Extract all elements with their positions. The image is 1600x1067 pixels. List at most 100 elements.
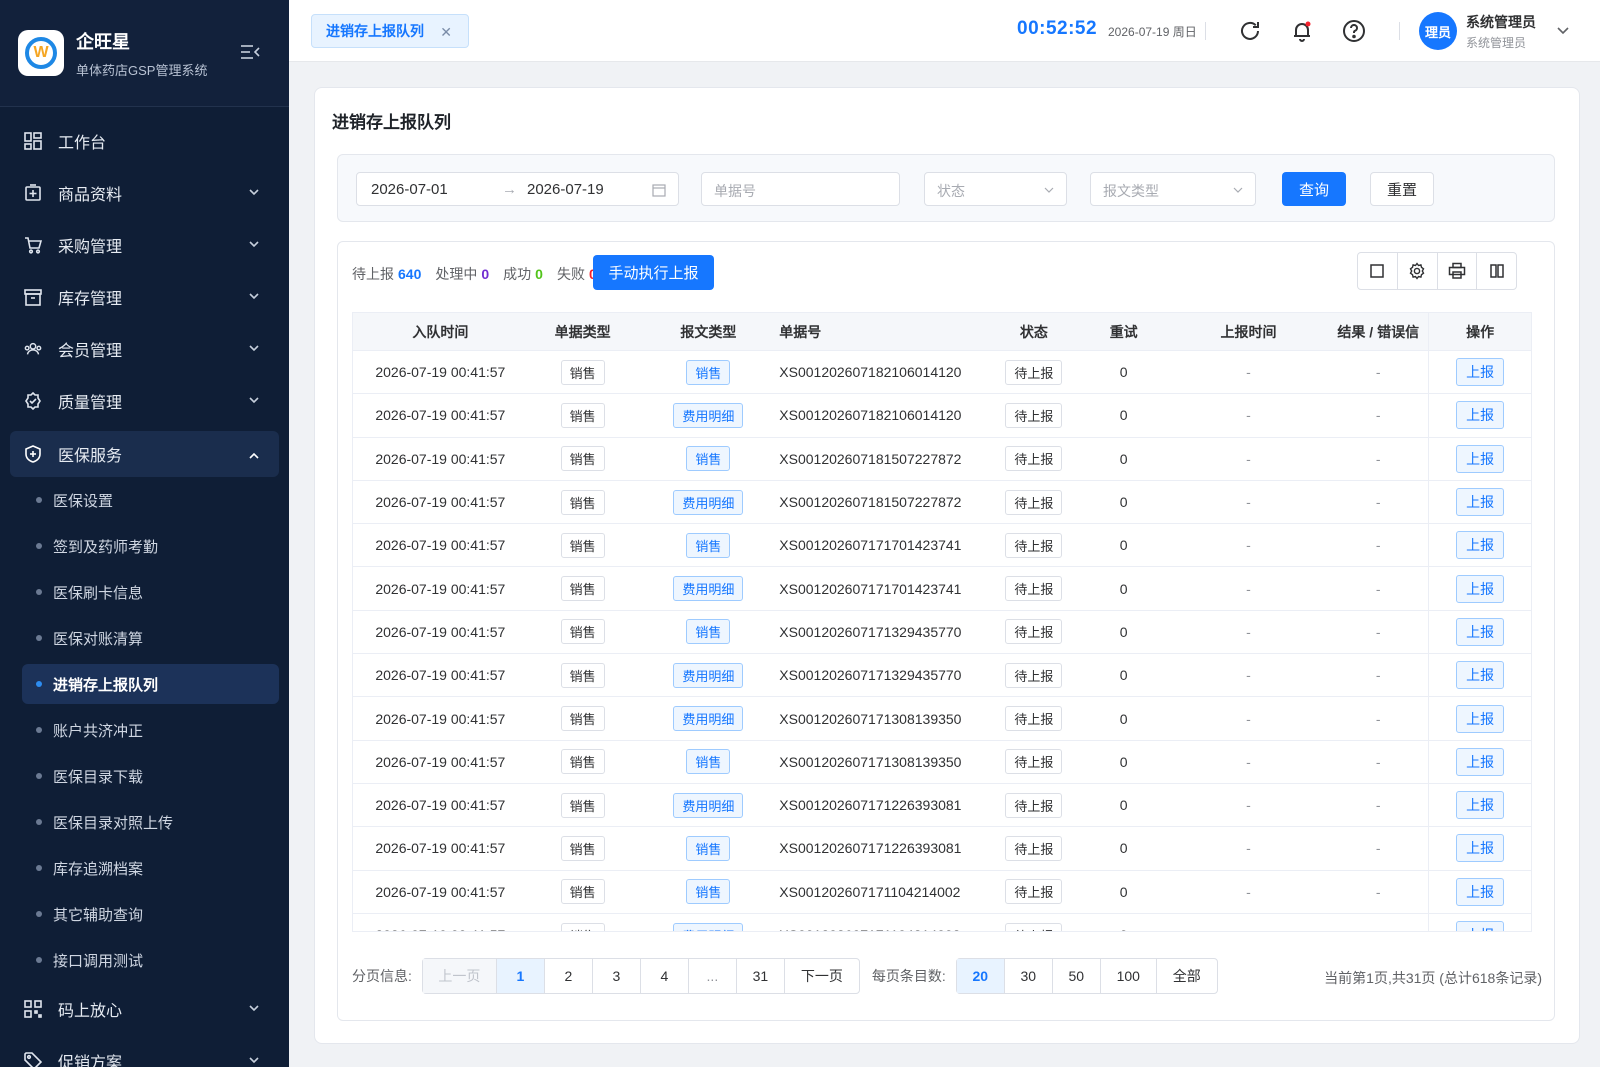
submenu-reconciliation[interactable]: 医保对账清算 <box>0 615 289 661</box>
submenu-trace-archive[interactable]: 库存追溯档案 <box>0 845 289 891</box>
report-button[interactable]: 上报 <box>1456 531 1505 560</box>
report-button[interactable]: 上报 <box>1456 791 1505 820</box>
report-button[interactable]: 上报 <box>1456 921 1505 931</box>
sidebar-item-insurance[interactable]: 医保服务 <box>10 431 279 477</box>
submenu-api-test[interactable]: 接口调用测试 <box>0 937 289 983</box>
col-status[interactable]: 状态 <box>989 313 1079 350</box>
chevron-down-icon[interactable] <box>1557 26 1569 36</box>
submenu-label: 账户共济冲正 <box>53 722 144 740</box>
col-report-time[interactable]: 上报时间 <box>1169 313 1329 350</box>
page-size-option[interactable]: 全部 <box>1157 959 1217 993</box>
report-button[interactable]: 上报 <box>1456 358 1505 387</box>
submenu-report-queue[interactable]: 进销存上报队列 <box>22 664 279 704</box>
col-result[interactable]: 结果 / 错误信 <box>1328 313 1428 350</box>
report-button[interactable]: 上报 <box>1456 834 1505 863</box>
date-range-picker[interactable]: 2026-07-01 → 2026-07-19 <box>356 172 679 206</box>
columns-icon[interactable] <box>1477 253 1516 289</box>
page-size-option[interactable]: 20 <box>956 959 1005 993</box>
col-doc-type[interactable]: 单据类型 <box>528 313 638 350</box>
tab-report-queue[interactable]: 进销存上报队列 ✕ <box>311 14 469 48</box>
report-button[interactable]: 上报 <box>1456 877 1505 906</box>
menu-collapse-icon[interactable] <box>240 44 260 60</box>
report-button[interactable]: 上报 <box>1456 401 1505 430</box>
user-name[interactable]: 系统管理员 <box>1466 12 1536 32</box>
help-icon[interactable] <box>1342 19 1366 43</box>
sidebar-item-label: 码上放心 <box>58 1003 123 1020</box>
query-button[interactable]: 查询 <box>1282 172 1346 206</box>
reset-button[interactable]: 重置 <box>1370 172 1434 206</box>
table-row[interactable]: 2026-07-19 00:41:57 销售 销售 XS001202607181507… <box>353 437 1531 481</box>
close-icon[interactable]: ✕ <box>440 24 452 41</box>
submenu-catalog-upload[interactable]: 医保目录对照上传 <box>0 799 289 845</box>
quality-icon <box>24 392 42 410</box>
report-button[interactable]: 上报 <box>1456 444 1505 473</box>
report-button[interactable]: 上报 <box>1456 747 1505 776</box>
page-button[interactable]: 3 <box>593 959 641 993</box>
page-size-option[interactable]: 100 <box>1101 959 1157 993</box>
table-row[interactable]: 2026-07-19 00:41:57 销售 费用明细 XS0012026071713… <box>353 697 1531 741</box>
submenu-catalog-download[interactable]: 医保目录下载 <box>0 753 289 799</box>
submenu-card-info[interactable]: 医保刷卡信息 <box>0 569 289 615</box>
page-button[interactable]: 31 <box>737 959 785 993</box>
table-row[interactable]: 2026-07-19 00:41:57 销售 销售 XS001202607171226… <box>353 827 1531 871</box>
page-button[interactable]: 2 <box>545 959 593 993</box>
submenu-account-reversal[interactable]: 账户共济冲正 <box>0 707 289 753</box>
avatar[interactable]: 理员 <box>1419 12 1457 50</box>
table-row[interactable]: 2026-07-19 00:41:57 销售 销售 XS001202607171308… <box>353 740 1531 784</box>
table-row[interactable]: 2026-07-19 00:41:57 销售 销售 XS001202607171701… <box>353 524 1531 568</box>
sidebar-item-purchase[interactable]: 采购管理 <box>0 219 289 271</box>
col-enqueue-time[interactable]: 入队时间 <box>353 313 528 350</box>
table-row[interactable]: 2026-07-19 00:41:57 销售 销售 XS001202607171104… <box>353 870 1531 914</box>
cell-result: - <box>1328 914 1428 931</box>
refresh-icon[interactable] <box>1238 19 1262 43</box>
submenu-checkin-attendance[interactable]: 签到及药师考勤 <box>0 523 289 569</box>
sidebar-item-inventory[interactable]: 库存管理 <box>0 271 289 323</box>
sidebar-item-dashboard[interactable]: 工作台 <box>0 115 289 167</box>
table-row[interactable]: 2026-07-19 00:41:57 销售 销售 XS001202607171329… <box>353 610 1531 655</box>
page-button[interactable]: 1 <box>496 959 545 993</box>
sidebar-item-promotion[interactable]: 促销方案 <box>0 1035 289 1067</box>
table-row[interactable]: 2026-07-19 00:41:57 销售 费用明细 XS0012026071717… <box>353 567 1531 611</box>
sidebar-item-quality[interactable]: 质量管理 <box>0 375 289 427</box>
table-row[interactable]: 2026-07-19 00:41:57 销售 费用明细 XS0012026071713… <box>353 654 1531 698</box>
sidebar-item-goods[interactable]: 商品资料 <box>0 167 289 219</box>
report-button[interactable]: 上报 <box>1456 661 1505 690</box>
doc-no-input[interactable]: 单据号 <box>701 172 900 206</box>
submenu-label: 医保目录对照上传 <box>53 814 174 832</box>
col-retry[interactable]: 重试 <box>1079 313 1169 350</box>
prev-page-button[interactable]: 上一页 <box>422 959 497 993</box>
page-size-option[interactable]: 50 <box>1053 959 1101 993</box>
msg-type-select[interactable]: 报文类型 <box>1090 172 1256 206</box>
table-row[interactable]: 2026-07-19 00:41:57 销售 费用明细 XS0012026071821… <box>353 394 1531 438</box>
col-msg-type[interactable]: 报文类型 <box>638 313 780 350</box>
report-button[interactable]: 上报 <box>1456 574 1505 603</box>
page-ellipsis[interactable]: ... <box>689 959 737 993</box>
notification-bell-icon[interactable] <box>1290 19 1314 43</box>
page-button[interactable]: 4 <box>641 959 689 993</box>
page-size-option[interactable]: 30 <box>1005 959 1053 993</box>
manual-report-button[interactable]: 手动执行上报 <box>593 255 714 290</box>
cell-result: - <box>1375 537 1381 554</box>
cell-msg-type: 费用明细 <box>638 914 780 931</box>
print-icon[interactable] <box>1438 253 1478 289</box>
cell-enqueue-time: 2026-07-19 00:41:57 <box>375 580 506 597</box>
submenu-other-query[interactable]: 其它辅助查询 <box>0 891 289 937</box>
cell-msg-type: 费用明细 <box>638 394 780 436</box>
sidebar-item-qrcode[interactable]: 码上放心 <box>0 983 289 1035</box>
submenu-insurance-settings[interactable]: 医保设置 <box>0 477 289 523</box>
settings-gear-icon[interactable] <box>1398 253 1438 289</box>
status-select[interactable]: 状态 <box>924 172 1067 206</box>
table-row[interactable]: 2026-07-19 00:41:57 销售 费用明细 XS0012026071712… <box>353 783 1531 828</box>
table-row[interactable]: 2026-07-19 00:41:57 销售 销售 XS001202607182106… <box>353 351 1531 395</box>
table-row[interactable]: 2026-07-19 00:41:57 销售 费用明细 XS0012026071711… <box>353 913 1531 931</box>
sidebar-item-members[interactable]: 会员管理 <box>0 323 289 375</box>
start-date[interactable]: 2026-07-01 <box>371 181 448 198</box>
report-button[interactable]: 上报 <box>1456 488 1505 517</box>
col-doc-no[interactable]: 单据号 <box>779 313 989 350</box>
fullscreen-icon[interactable] <box>1358 253 1398 289</box>
next-page-button[interactable]: 下一页 <box>785 959 859 993</box>
report-button[interactable]: 上报 <box>1456 617 1505 646</box>
table-row[interactable]: 2026-07-19 00:41:57 销售 费用明细 XS0012026071815… <box>353 480 1531 525</box>
end-date[interactable]: 2026-07-19 <box>527 181 604 198</box>
report-button[interactable]: 上报 <box>1456 704 1505 733</box>
